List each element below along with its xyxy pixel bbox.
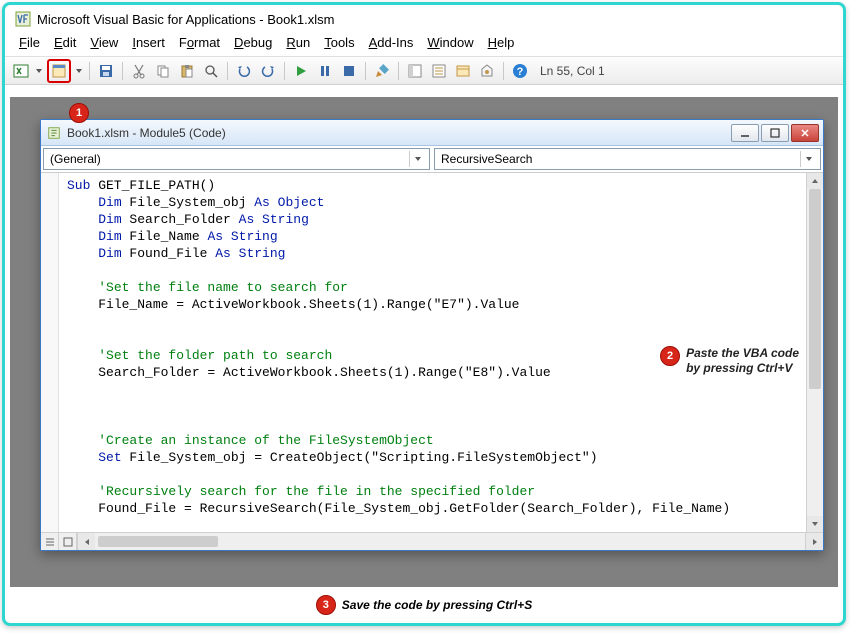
- close-button[interactable]: [791, 124, 819, 142]
- menu-debug[interactable]: Debug: [228, 33, 278, 52]
- menu-tools[interactable]: Tools: [318, 33, 360, 52]
- maximize-button[interactable]: [761, 124, 789, 142]
- cut-icon[interactable]: [129, 61, 149, 81]
- vertical-scrollbar[interactable]: [806, 173, 823, 532]
- horizontal-scrollbar-row: [41, 532, 823, 550]
- code-dropdowns: (General) RecursiveSearch: [41, 146, 823, 173]
- app-window: Microsoft Visual Basic for Applications …: [2, 2, 846, 626]
- help-icon[interactable]: ?: [510, 61, 530, 81]
- annotation-badge-2: 2: [660, 346, 680, 366]
- object-dropdown-value: (General): [50, 152, 101, 166]
- annotation-3: 3 Save the code by pressing Ctrl+S: [5, 595, 843, 615]
- horizontal-scrollbar[interactable]: [95, 533, 805, 550]
- undo-icon[interactable]: [234, 61, 254, 81]
- project-explorer-icon[interactable]: [405, 61, 425, 81]
- mdi-workspace: Book1.xlsm - Module5 (Code) (General) Re…: [10, 97, 838, 587]
- code-window: Book1.xlsm - Module5 (Code) (General) Re…: [40, 119, 824, 551]
- design-mode-icon[interactable]: [372, 61, 392, 81]
- menu-format[interactable]: Format: [173, 33, 226, 52]
- object-browser-icon[interactable]: [453, 61, 473, 81]
- chevron-down-icon: [800, 151, 816, 167]
- vba-app-icon: [15, 11, 31, 27]
- full-module-view-icon[interactable]: [59, 533, 77, 550]
- title-bar: Microsoft Visual Basic for Applications …: [5, 5, 843, 31]
- menu-insert[interactable]: Insert: [126, 33, 171, 52]
- excel-view-dropdown[interactable]: [35, 61, 43, 81]
- break-icon[interactable]: [315, 61, 335, 81]
- annotation-2: 2 Paste the VBA codeby pressing Ctrl+V: [660, 346, 799, 376]
- menu-bar: File Edit View Insert Format Debug Run T…: [5, 31, 843, 57]
- code-window-title: Book1.xlsm - Module5 (Code): [67, 126, 725, 140]
- object-dropdown[interactable]: (General): [43, 148, 430, 170]
- properties-icon[interactable]: [429, 61, 449, 81]
- insert-highlighted: [47, 59, 71, 83]
- paste-icon[interactable]: [177, 61, 197, 81]
- procedure-view-icon[interactable]: [41, 533, 59, 550]
- svg-text:?: ?: [517, 66, 524, 78]
- scrollbar-thumb[interactable]: [809, 189, 821, 389]
- menu-window[interactable]: Window: [421, 33, 479, 52]
- scroll-right-icon[interactable]: [805, 533, 823, 550]
- toolbar: ? Ln 55, Col 1: [5, 57, 843, 85]
- scrollbar-thumb[interactable]: [98, 536, 218, 547]
- insert-userform-icon[interactable]: [49, 61, 69, 81]
- minimize-button[interactable]: [731, 124, 759, 142]
- menu-edit[interactable]: Edit: [48, 33, 82, 52]
- annotation-badge-1: 1: [69, 103, 89, 123]
- menu-file[interactable]: File: [13, 33, 46, 52]
- scroll-up-icon[interactable]: [807, 173, 823, 189]
- save-icon[interactable]: [96, 61, 116, 81]
- scroll-left-icon[interactable]: [77, 533, 95, 550]
- menu-view[interactable]: View: [84, 33, 124, 52]
- redo-icon[interactable]: [258, 61, 278, 81]
- annotation-badge-3: 3: [316, 595, 336, 615]
- menu-help[interactable]: Help: [482, 33, 521, 52]
- run-icon[interactable]: [291, 61, 311, 81]
- menu-addins[interactable]: Add-Ins: [363, 33, 420, 52]
- module-icon: [47, 126, 61, 140]
- scroll-down-icon[interactable]: [807, 516, 823, 532]
- procedure-dropdown[interactable]: RecursiveSearch: [434, 148, 821, 170]
- code-gutter: [41, 173, 59, 532]
- excel-view-icon[interactable]: [11, 61, 31, 81]
- toolbox-icon[interactable]: [477, 61, 497, 81]
- cursor-position: Ln 55, Col 1: [540, 64, 605, 78]
- menu-run[interactable]: Run: [280, 33, 316, 52]
- procedure-dropdown-value: RecursiveSearch: [441, 152, 532, 166]
- reset-icon[interactable]: [339, 61, 359, 81]
- chevron-down-icon: [409, 151, 425, 167]
- find-icon[interactable]: [201, 61, 221, 81]
- code-area: Sub GET_FILE_PATH() Dim File_System_obj …: [41, 173, 823, 532]
- insert-dropdown[interactable]: [75, 61, 83, 81]
- copy-icon[interactable]: [153, 61, 173, 81]
- code-window-titlebar[interactable]: Book1.xlsm - Module5 (Code): [41, 120, 823, 146]
- window-title: Microsoft Visual Basic for Applications …: [37, 12, 334, 27]
